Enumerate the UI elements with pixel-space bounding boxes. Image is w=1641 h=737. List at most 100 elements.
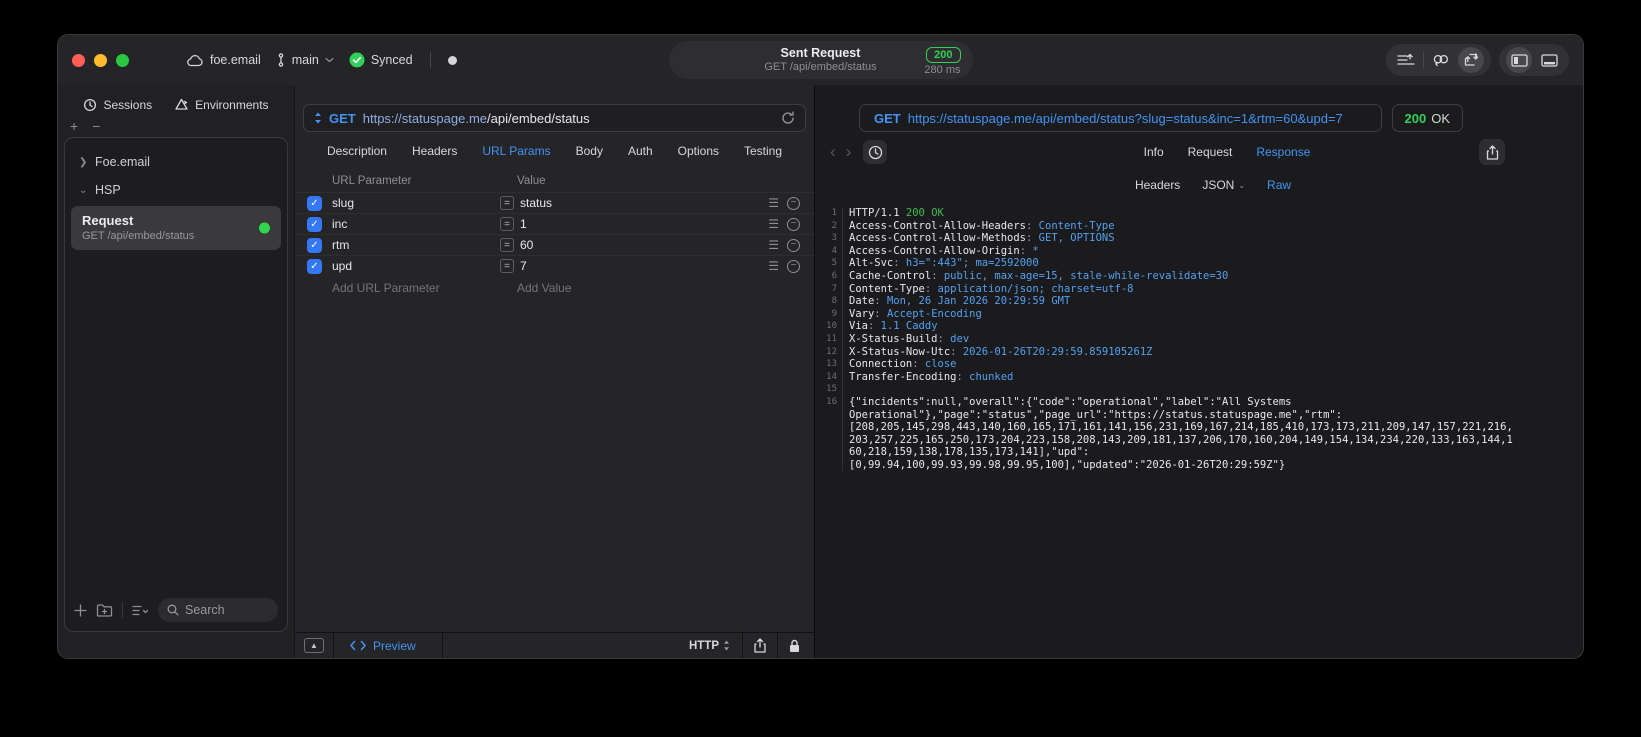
protocol-selector[interactable]: HTTP <box>677 640 742 652</box>
param-name-input[interactable]: slug <box>332 196 500 210</box>
response-tab-response[interactable]: Response <box>1256 145 1310 159</box>
add-session-button[interactable]: + <box>70 119 78 135</box>
branch-selector[interactable]: main <box>276 53 334 67</box>
resend-request-button[interactable] <box>781 111 795 125</box>
request-tab-testing[interactable]: Testing <box>744 144 782 158</box>
response-line: 5 Alt-Svc: h3=":443"; ma=2592000 <box>815 257 1583 270</box>
param-checkbox[interactable]: ✓ <box>307 216 322 232</box>
param-name-input[interactable]: upd <box>332 259 500 273</box>
request-tab-description[interactable]: Description <box>327 144 387 158</box>
response-subtab-headers[interactable]: Headers <box>1135 178 1180 192</box>
url-host: https://statuspage.me <box>362 110 488 126</box>
response-status-box: 200 OK <box>1391 104 1463 132</box>
param-checkbox[interactable]: ✓ <box>307 258 322 274</box>
toolbar-group-actions <box>1386 44 1491 76</box>
remove-param-button[interactable]: − <box>787 217 800 231</box>
request-tab-headers[interactable]: Headers <box>412 144 457 158</box>
request-tab-auth[interactable]: Auth <box>628 144 653 158</box>
drag-handle-icon[interactable]: ☰ <box>768 217 779 231</box>
param-row[interactable]: ✓ upd = 7 ☰ − <box>295 255 814 276</box>
request-method: GET <box>329 110 356 126</box>
minimize-window-button[interactable] <box>94 53 107 67</box>
request-tab-url-params[interactable]: URL Params <box>482 144 550 158</box>
line-number: 1 <box>831 208 837 218</box>
param-checkbox[interactable]: ✓ <box>307 195 322 211</box>
param-value-input[interactable]: status <box>520 196 768 210</box>
remove-session-button[interactable]: − <box>92 119 100 135</box>
response-subtab-raw[interactable]: Raw <box>1267 178 1291 192</box>
sidebar: Sessions Environments + − ❯ Foe.email ⌄ … <box>58 85 295 658</box>
group-foe-email[interactable]: ❯ Foe.email <box>65 148 287 176</box>
active-request-dot <box>259 222 270 234</box>
sort-options-button[interactable] <box>132 605 149 616</box>
param-operator[interactable]: = <box>500 196 514 210</box>
add-request-button[interactable] <box>74 603 87 617</box>
drag-handle-icon[interactable]: ☰ <box>768 259 779 273</box>
bottom-panel-icon <box>1540 53 1558 67</box>
param-operator[interactable]: = <box>500 238 514 252</box>
cloud-icon <box>187 54 203 66</box>
param-row[interactable]: ✓ rtm = 60 ☰ − <box>295 234 814 255</box>
response-line: 6 Cache-Control: public, max-age=15, stal… <box>815 269 1583 283</box>
sync-status[interactable]: Synced <box>349 52 413 68</box>
expand-console-button[interactable]: ▲ <box>304 638 324 653</box>
history-back-button[interactable]: ‹ <box>830 142 836 162</box>
param-operator[interactable]: = <box>500 259 514 273</box>
param-value-input[interactable]: 7 <box>520 259 768 273</box>
params-add-row[interactable]: Add URL Parameter Add Value <box>295 276 814 300</box>
response-request-url[interactable]: GET https://statuspage.me/api/embed/stat… <box>859 104 1382 132</box>
tab-environments[interactable]: Environments <box>174 98 269 112</box>
response-tab-request[interactable]: Request <box>1188 145 1233 159</box>
drag-handle-icon[interactable]: ☰ <box>768 196 779 210</box>
request-url: https://statuspage.me/api/embed/status <box>363 111 590 126</box>
line-number <box>815 409 842 422</box>
preview-button[interactable]: Preview <box>334 639 442 653</box>
request-tab-options[interactable]: Options <box>678 144 719 158</box>
lock-button[interactable] <box>778 639 814 653</box>
close-window-button[interactable] <box>72 53 85 67</box>
response-raw-view[interactable]: 1 HTTP/1.1 200 OK 2 Access-Control-Allow-He… <box>815 198 1583 658</box>
import-export-icon <box>1464 53 1479 66</box>
param-row[interactable]: ✓ inc = 1 ☰ − <box>295 213 814 234</box>
protocol-label: HTTP <box>688 639 719 652</box>
toggle-bottom-panel-button[interactable] <box>1536 47 1562 73</box>
remove-param-button[interactable]: − <box>787 238 800 252</box>
toggle-sidebar-button[interactable] <box>1506 47 1532 73</box>
sent-request-pill[interactable]: Sent Request GET /api/embed/status 200 2… <box>668 41 973 79</box>
remove-param-button[interactable]: − <box>787 196 800 210</box>
param-name-input[interactable]: inc <box>332 217 500 231</box>
response-subtab-json[interactable]: JSON ⌄ <box>1202 178 1245 192</box>
new-folder-button[interactable] <box>96 603 113 617</box>
response-history-button[interactable] <box>863 140 888 164</box>
import-export-button[interactable] <box>1458 47 1484 73</box>
zoom-window-button[interactable] <box>116 53 129 67</box>
request-loop-button[interactable] <box>1428 47 1454 73</box>
drag-handle-icon[interactable]: ☰ <box>768 238 779 252</box>
project-menu[interactable]: foe.email <box>186 53 261 67</box>
export-response-button[interactable] <box>1479 139 1505 165</box>
request-pane: GET https://statuspage.me/api/embed/stat… <box>295 85 815 658</box>
param-value-input[interactable]: 1 <box>520 217 768 231</box>
request-list-item[interactable]: Request GET /api/embed/status <box>71 206 281 250</box>
tab-sessions[interactable]: Sessions <box>83 98 152 112</box>
sidebar-search-input[interactable]: Search <box>158 598 278 622</box>
request-tab-body[interactable]: Body <box>576 144 603 158</box>
toolbar-group-panels <box>1499 44 1569 76</box>
response-tab-info[interactable]: Info <box>1144 145 1164 159</box>
request-url-bar[interactable]: GET https://statuspage.me/api/embed/stat… <box>303 104 806 132</box>
line-number: 6 <box>831 270 837 281</box>
remove-param-button[interactable]: − <box>787 259 800 273</box>
response-line: [0,99.94,100,99.93,99.98,99.95,100],"upd… <box>815 458 1583 472</box>
param-value-input[interactable]: 60 <box>520 238 768 252</box>
response-line: 3 Access-Control-Allow-Methods: GET, OPTI… <box>815 232 1583 245</box>
param-operator[interactable]: = <box>500 217 514 231</box>
param-row[interactable]: ✓ slug = status ☰ − <box>295 192 814 213</box>
line-number: 10 <box>826 321 837 332</box>
share-request-button[interactable] <box>743 638 777 653</box>
param-name-input[interactable]: rtm <box>332 238 500 252</box>
param-checkbox[interactable]: ✓ <box>307 237 322 253</box>
group-hsp[interactable]: ⌄ HSP <box>65 176 287 204</box>
sort-requests-button[interactable] <box>1393 47 1419 73</box>
history-forward-button[interactable]: › <box>846 142 852 162</box>
line-number <box>815 421 842 434</box>
